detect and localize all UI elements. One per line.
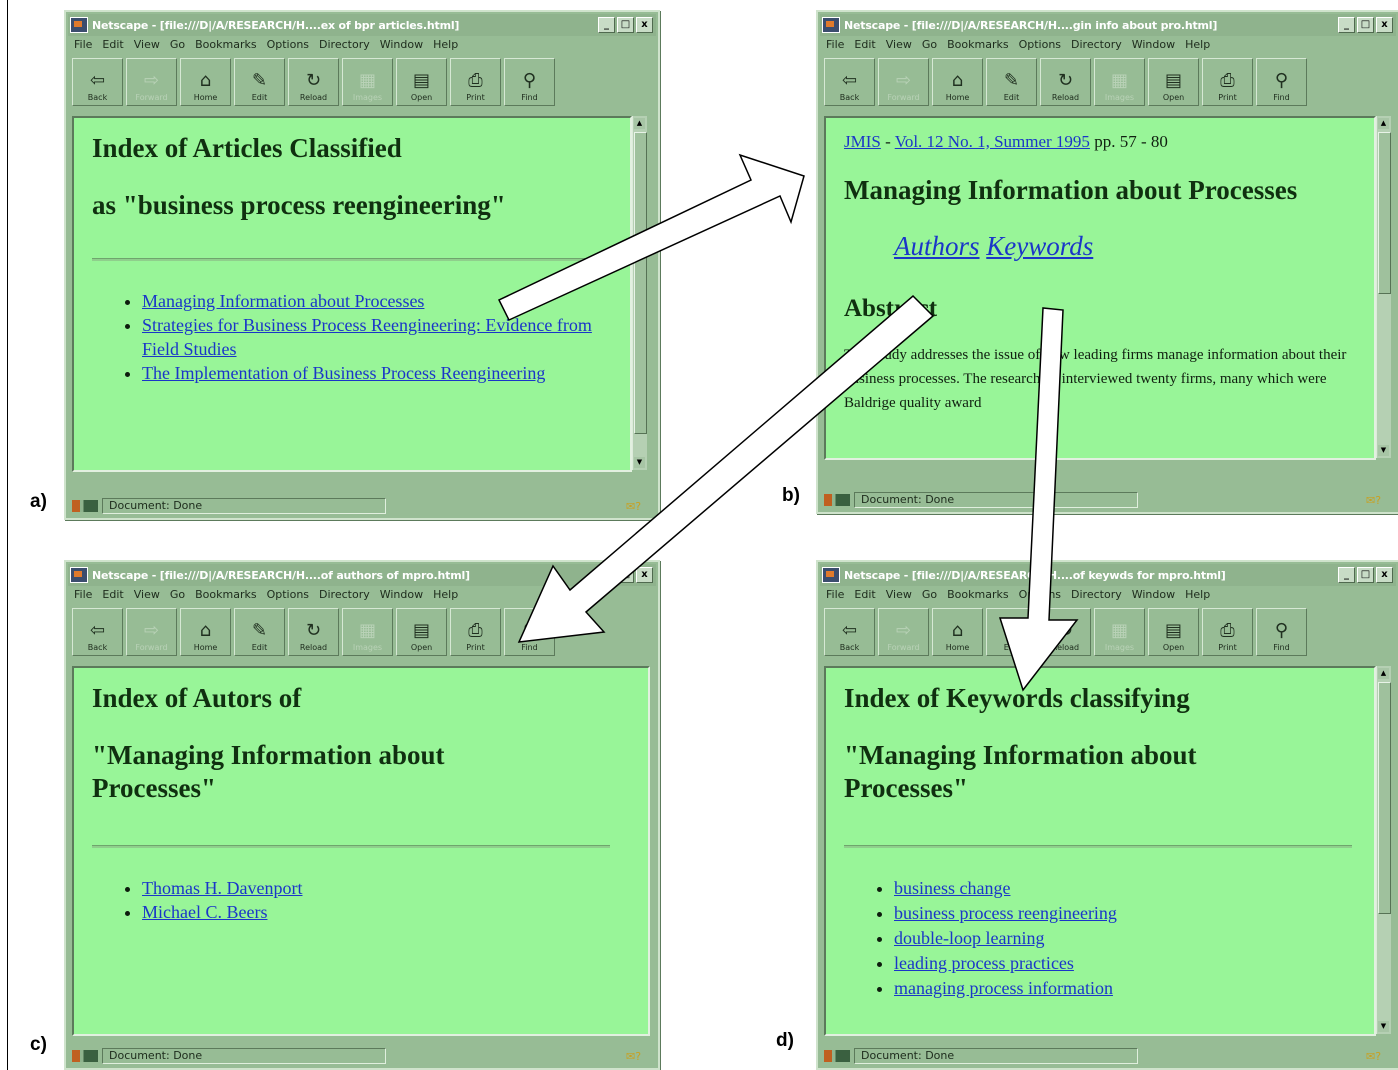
navigation-arrows	[497, 153, 1079, 692]
arrow-b-to-c	[517, 294, 935, 643]
arrow-b-to-d	[998, 307, 1079, 692]
arrow-a-to-b	[497, 153, 805, 321]
